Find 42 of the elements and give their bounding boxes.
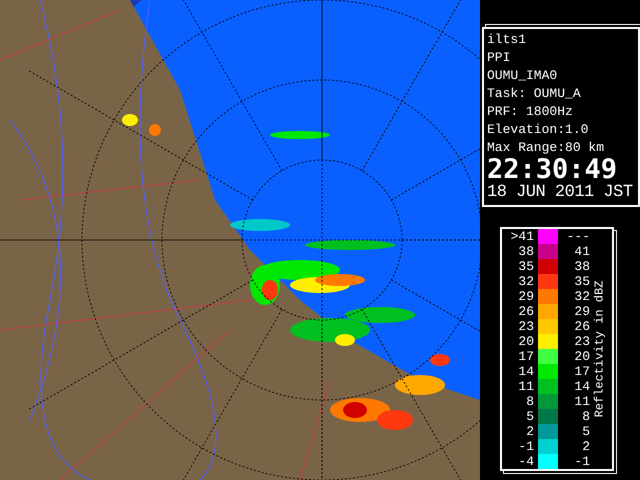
- legend-high-value: 2: [581, 439, 590, 454]
- legend-high-value: -1: [573, 454, 590, 469]
- legend-high-value: ---: [566, 229, 590, 244]
- info-line: Task: OUMU_A: [487, 85, 582, 103]
- scan-date: 18 JUN 2011 JST: [487, 183, 634, 203]
- info-line: PRF: 1800Hz: [487, 103, 574, 121]
- legend-high-value: 29: [573, 304, 590, 319]
- info-line: OUMU_IMA0: [487, 67, 558, 85]
- legend-low-value: -1: [517, 439, 534, 454]
- legend-high-value: 41: [573, 244, 590, 259]
- legend-low-value: 20: [517, 334, 534, 349]
- legend-high-value: 17: [573, 364, 590, 379]
- legend-low-value: >41: [510, 229, 534, 244]
- legend-low-value: 35: [517, 259, 534, 274]
- legend-high-value: 32: [573, 289, 590, 304]
- legend-low-value: 23: [517, 319, 534, 334]
- legend-low-value: 26: [517, 304, 534, 319]
- legend-high-value: 20: [573, 349, 590, 364]
- legend-title: Reflectivity in dBZ: [592, 280, 606, 418]
- scan-time: 22:30:49: [487, 157, 618, 183]
- legend-low-value: 14: [517, 364, 534, 379]
- info-line: Elevation:1.0: [487, 121, 590, 139]
- info-line: Max Range:80 km: [487, 139, 606, 157]
- legend-low-value: 32: [517, 274, 534, 289]
- info-line: ilts1: [487, 31, 528, 49]
- legend-high-value: 26: [573, 319, 590, 334]
- legend-high-value: 38: [573, 259, 590, 274]
- legend-low-value: 5: [525, 409, 534, 424]
- legend-low-value: 29: [517, 289, 534, 304]
- legend-high-value: 14: [573, 379, 590, 394]
- legend-low-value: 38: [517, 244, 534, 259]
- legend-high-value: 5: [581, 424, 590, 439]
- legend-high-value: 8: [581, 409, 590, 424]
- legend-high-value: 11: [573, 394, 590, 409]
- info-line: PPI: [487, 49, 512, 67]
- legend-high-value: 35: [573, 274, 590, 289]
- legend-low-value: 2: [525, 424, 534, 439]
- legend-low-value: -4: [517, 454, 534, 469]
- legend-low-value: 8: [525, 394, 534, 409]
- legend-low-value: 11: [517, 379, 534, 394]
- legend-high-value: 23: [573, 334, 590, 349]
- legend-low-value: 17: [517, 349, 534, 364]
